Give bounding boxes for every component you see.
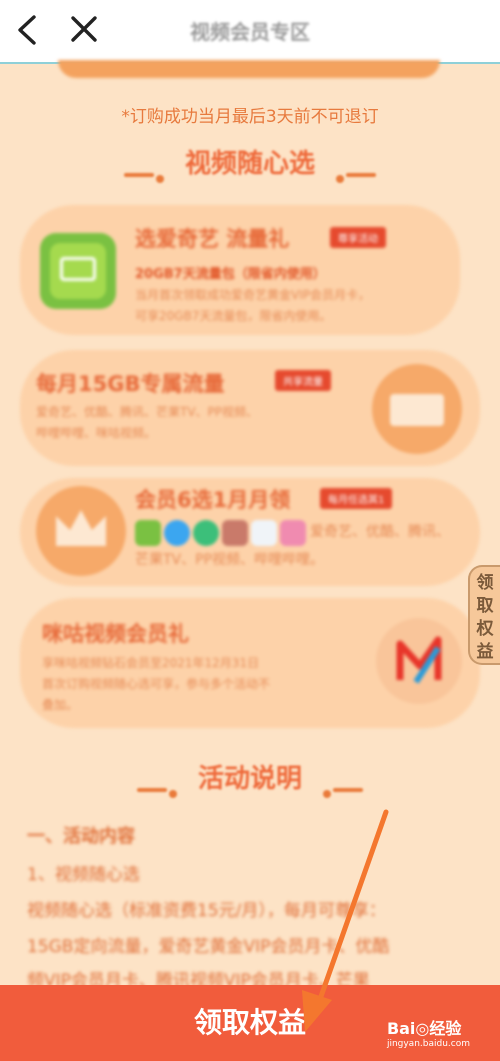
page-title: 视频会员专区 [190, 20, 310, 44]
card-15gb-traffic[interactable]: 每月15GB专属流量 共享流量 爱奇艺、优酷、腾讯、芒果TV、PP视频、 哔哩哔… [20, 350, 480, 466]
section-heading-video-label: 视频随心选 [184, 149, 315, 179]
card-title: 每月15GB专属流量 [36, 372, 225, 396]
card-title: 咪咕视频会员礼 [42, 622, 189, 646]
ornament-icon [312, 775, 372, 798]
card-description: 享咪咕视频钻石会员至2021年12月31日 首次订购视频随心选可享，参与多个活动… [42, 653, 270, 716]
card-title: 会员6选1月月领 [135, 488, 291, 512]
activity-paragraph-line: 15GB定向流量，爱奇艺黄金VIP会员月卡、优酷 [27, 937, 390, 957]
tencent-video-icon [193, 520, 219, 546]
card-migu-video-gift[interactable]: 咪咕视频会员礼 享咪咕视频钻石会员至2021年12月31日 首次订购视频随心选可… [20, 598, 480, 728]
card-description-line: 享咪咕视频钻石会员至2021年12月31日 [42, 656, 260, 670]
side-tab-char: 益 [476, 642, 494, 662]
unsubscribe-notice: *订购成功当月最后3天前不可退订 [121, 107, 379, 127]
side-tab-char: 权 [476, 619, 494, 639]
watermark-brand: Bai◎经验 [386, 1019, 462, 1038]
activity-subheading: 一、活动内容 [27, 826, 135, 847]
ticket-icon [372, 364, 462, 454]
card-description: 爱奇艺、优酷、腾讯、 [310, 524, 450, 540]
card-description-line: 叠加。 [42, 698, 79, 712]
card-description-line: 可享20GB7天流量包，限省内使用。 [135, 309, 332, 323]
section-heading-activity-label: 活动说明 [197, 764, 302, 794]
iqiyi-icon [135, 520, 161, 546]
card-iqiyi-gift[interactable]: 选爱奇艺 流量礼 尊享活动 20GB7天流量包（限省内使用） 当月首次领取成功爱… [20, 205, 460, 335]
section-heading-video: 视频随心选 [0, 143, 500, 183]
youku-icon [164, 520, 190, 546]
section-heading-activity: 活动说明 [0, 758, 500, 798]
card-description-line: 首次订购视频随心选可享，参与多个活动不 [42, 677, 271, 691]
card-description-line: 爱奇艺、优酷、腾讯、芒果TV、PP视频、 [36, 405, 259, 419]
side-tab-char: 领 [476, 573, 494, 593]
hero-banner-edge [58, 60, 440, 78]
claim-benefits-side-tab[interactable]: 领 取 权 益 [468, 565, 500, 665]
top-bar: 视频会员专区 [0, 0, 500, 64]
card-tag: 尊享活动 [330, 227, 386, 248]
side-tab-char: 取 [476, 596, 494, 616]
card-member-6-choose-1[interactable]: 会员6选1月月领 每月任选其1 爱奇艺、优酷、腾讯、 芒果TV、PP视频、哔哩哔… [20, 478, 480, 586]
card-description: 爱奇艺、优酷、腾讯、芒果TV、PP视频、 哔哩哔哩、咪咕视频。 [36, 402, 258, 444]
migu-logo-icon [376, 618, 462, 704]
card-description: 当月首次领取成功爱奇艺黄金VIP会员月卡， 可享20GB7天流量包，限省内使用。 [135, 285, 370, 327]
iqiyi-logo-icon [40, 233, 116, 309]
crown-icon [36, 486, 126, 576]
card-subtitle: 20GB7天流量包（限省内使用） [135, 267, 326, 282]
activity-item: 1、视频随心选 [27, 865, 140, 885]
card-title: 选爱奇艺 流量礼 [135, 227, 290, 251]
card-description-line: 当月首次领取成功爱奇艺黄金VIP会员月卡， [135, 288, 370, 302]
card-description-line: 哔哩哔哩、咪咕视频。 [36, 426, 157, 440]
pp-video-icon [251, 520, 277, 546]
activity-paragraph-line: 视频随心选（标准资费15元/月），每月可尊享： [27, 901, 386, 921]
ornament-icon [115, 160, 175, 183]
card-description: 芒果TV、PP视频、哔哩哔哩。 [135, 552, 325, 568]
card-tag: 每月任选其1 [320, 488, 393, 509]
mango-tv-icon [222, 520, 248, 546]
bilibili-icon [280, 520, 306, 546]
watermark-url: jingyan.baidu.com [386, 1039, 470, 1049]
ornament-icon [128, 775, 188, 798]
app-icon-row [135, 520, 306, 546]
ornament-icon [325, 160, 385, 183]
baidu-jingyan-watermark: Bai◎经验 jingyan.baidu.com [387, 1015, 470, 1049]
card-tag: 共享流量 [275, 370, 331, 391]
